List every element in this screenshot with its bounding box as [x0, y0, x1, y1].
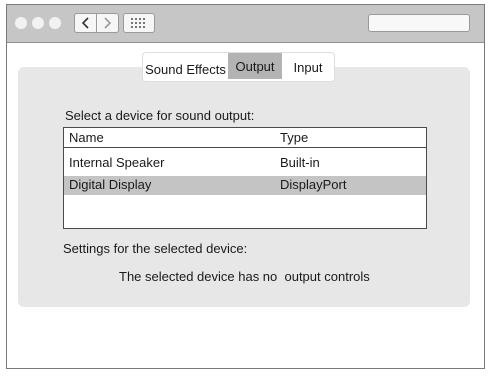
device-name: Internal Speaker: [69, 155, 165, 170]
device-list[interactable]: Name Type Internal Speaker Built-in Digi…: [63, 127, 427, 229]
window-controls: [15, 17, 61, 29]
close-window-button[interactable]: [15, 17, 27, 29]
back-button[interactable]: [75, 14, 96, 32]
tab-bar: Sound Effects Output Input: [143, 53, 334, 81]
tab-output[interactable]: Output: [228, 53, 282, 79]
chevron-left-icon: [81, 17, 89, 29]
tab-sound-effects[interactable]: Sound Effects: [143, 53, 228, 81]
device-row-internal-speaker[interactable]: Internal Speaker Built-in: [64, 154, 426, 173]
chevron-right-icon: [104, 17, 112, 29]
device-type: DisplayPort: [280, 177, 347, 192]
column-header-type[interactable]: Type: [280, 130, 308, 145]
device-name: Digital Display: [69, 177, 152, 192]
forward-button[interactable]: [96, 14, 118, 32]
preferences-window: Sound Effects Output Input Select a devi…: [6, 4, 485, 369]
zoom-window-button[interactable]: [49, 17, 61, 29]
minimize-window-button[interactable]: [32, 17, 44, 29]
title-bar: [7, 5, 484, 43]
tab-input[interactable]: Input: [282, 53, 334, 81]
column-header-name[interactable]: Name: [69, 130, 104, 145]
show-all-button[interactable]: [123, 13, 155, 33]
device-select-prompt: Select a device for sound output:: [65, 108, 255, 123]
search-input[interactable]: [368, 14, 470, 32]
device-row-digital-display[interactable]: Digital Display DisplayPort: [64, 176, 426, 195]
device-list-header: Name Type: [64, 128, 426, 148]
device-type: Built-in: [280, 155, 320, 170]
settings-label: Settings for the selected device:: [63, 241, 248, 256]
navigation-buttons: [74, 13, 119, 33]
grid-icon: [131, 18, 145, 28]
no-controls-message: The selected device has no output contro…: [119, 269, 370, 284]
